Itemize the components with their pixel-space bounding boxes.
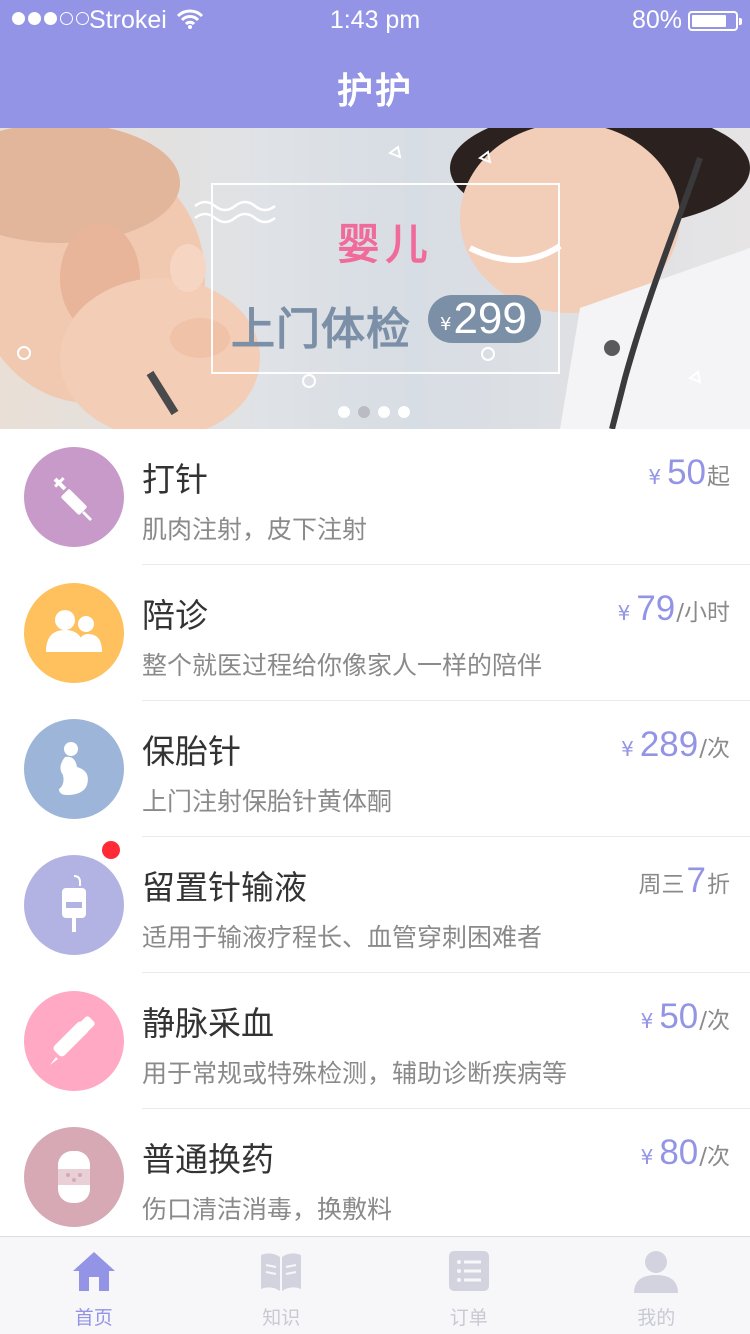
tab-label: 我的 — [637, 1307, 676, 1329]
status-bar: Strokei 1:43 pm 80% — [0, 0, 750, 42]
price-currency: ¥ — [617, 601, 631, 625]
bandage-icon — [24, 1127, 124, 1227]
price-amount: 289 — [639, 725, 699, 764]
banner-price-currency: ¥ — [440, 313, 452, 335]
banner-price-badge: ¥ 299 — [428, 294, 541, 343]
price-unit: /次 — [699, 1008, 730, 1034]
service-name: 留置针输液 — [142, 868, 307, 907]
price-currency: ¥ — [648, 465, 662, 489]
promo-banner[interactable]: 婴儿 上门体检 ¥ 299 — [0, 128, 750, 429]
banner-frame: 婴儿 上门体检 ¥ 299 — [211, 183, 560, 374]
service-description: 肌肉注射，皮下注射 — [142, 515, 368, 544]
pager-dot[interactable] — [338, 406, 350, 418]
service-row-4[interactable]: 留置针输液 适用于输液疗程长、血管穿刺困难者 周三 7 折 — [0, 837, 750, 973]
home-icon — [71, 1249, 117, 1297]
service-description: 伤口清洁消毒，换敷料 — [142, 1195, 393, 1224]
tab-home[interactable]: 首页 — [0, 1237, 188, 1334]
price-currency: ¥ — [621, 737, 634, 761]
price-unit: 折 — [707, 872, 730, 898]
tab-label: 首页 — [74, 1307, 113, 1329]
battery-percent: 80% — [631, 6, 682, 34]
service-price: ¥ 79 /小时 — [618, 589, 730, 629]
price-amount: 50 — [667, 453, 706, 492]
price-unit: /小时 — [676, 600, 730, 626]
price-amount: 50 — [659, 997, 699, 1036]
banner-brand: 婴儿 — [337, 220, 434, 269]
banner-pagination[interactable] — [338, 406, 410, 418]
app-header: Strokei 1:43 pm 80% 护护 — [0, 0, 750, 128]
banner-headline: 上门体检 — [231, 304, 411, 355]
syringe-icon — [24, 447, 124, 547]
pregnant-icon — [24, 719, 124, 819]
pager-dot[interactable] — [378, 406, 390, 418]
bottom-tab-bar: 首页 知识 订单 我的 — [0, 1236, 750, 1334]
service-description: 上门注射保胎针黄体酮 — [142, 787, 393, 816]
price-currency: ¥ — [640, 1145, 654, 1169]
notification-badge — [100, 839, 122, 861]
service-name: 保胎针 — [142, 732, 241, 771]
iv-bag-icon — [24, 855, 124, 955]
price-amount: 79 — [636, 589, 676, 628]
tab-book[interactable]: 知识 — [188, 1237, 376, 1334]
dropper-icon — [24, 991, 124, 1091]
service-description: 用于常规或特殊检测，辅助诊断疾病等 — [142, 1059, 568, 1088]
service-name: 打针 — [142, 460, 208, 499]
service-row-2[interactable]: 陪诊 整个就医过程给你像家人一样的陪伴 ¥ 79 /小时 — [0, 565, 750, 701]
service-name: 普通换药 — [142, 1140, 274, 1179]
tab-profile[interactable]: 我的 — [563, 1237, 750, 1334]
price-amount: 80 — [659, 1133, 699, 1172]
service-price: ¥ 50 起 — [648, 453, 730, 493]
service-list: 打针 肌肉注射，皮下注射 ¥ 50 起 陪诊 整个就医过程给你像家人一样的陪伴 … — [0, 429, 750, 1245]
price-prefix: 周三 — [638, 872, 685, 898]
page-title: 护护 — [336, 71, 413, 112]
profile-icon — [633, 1249, 679, 1297]
service-price: ¥ 289 /次 — [621, 725, 730, 765]
banner-price: 299 — [453, 294, 527, 343]
tab-label: 知识 — [262, 1307, 301, 1329]
pager-dot[interactable] — [358, 406, 370, 418]
service-row-6[interactable]: 普通换药 伤口清洁消毒，换敷料 ¥ 80 /次 — [0, 1109, 750, 1245]
pager-dot[interactable] — [398, 406, 410, 418]
service-row-5[interactable]: 静脉采血 用于常规或特殊检测，辅助诊断疾病等 ¥ 50 /次 — [0, 973, 750, 1109]
service-price: ¥ 80 /次 — [641, 1133, 730, 1173]
service-name: 陪诊 — [142, 596, 208, 635]
service-description: 适用于输液疗程长、血管穿刺困难者 — [142, 923, 543, 952]
service-price: ¥ 50 /次 — [641, 997, 730, 1037]
service-row-1[interactable]: 打针 肌肉注射，皮下注射 ¥ 50 起 — [0, 429, 750, 565]
price-amount: 7 — [686, 861, 706, 900]
service-description: 整个就医过程给你像家人一样的陪伴 — [142, 651, 543, 680]
tab-label: 订单 — [449, 1307, 488, 1329]
order-list-icon — [446, 1249, 492, 1297]
price-unit: 起 — [707, 464, 730, 490]
people-icon — [24, 583, 124, 683]
service-name: 静脉采血 — [142, 1004, 274, 1043]
price-unit: /次 — [699, 736, 730, 762]
service-price: 周三 7 折 — [639, 861, 730, 901]
battery-icon — [688, 11, 742, 31]
price-unit: /次 — [699, 1144, 730, 1170]
service-row-3[interactable]: 保胎针 上门注射保胎针黄体酮 ¥ 289 /次 — [0, 701, 750, 837]
tab-order-list[interactable]: 订单 — [375, 1237, 563, 1334]
price-currency: ¥ — [640, 1009, 654, 1033]
book-icon — [258, 1249, 304, 1297]
